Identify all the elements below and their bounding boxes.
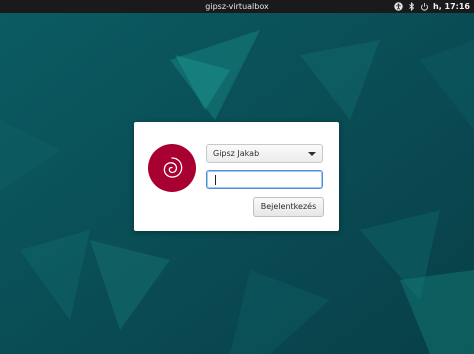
bluetooth-icon[interactable]	[407, 2, 416, 11]
chevron-down-icon	[308, 152, 316, 156]
login-button[interactable]: Bejelentkezés	[253, 197, 324, 217]
power-icon[interactable]	[420, 2, 429, 11]
debian-swirl-icon	[163, 157, 183, 178]
user-avatar	[148, 144, 196, 192]
clock[interactable]: h, 17:16	[433, 0, 470, 13]
accessibility-icon[interactable]	[394, 2, 403, 11]
password-field[interactable]	[206, 170, 323, 189]
system-tray: h, 17:16	[394, 0, 470, 13]
selected-user-label: Gipsz Jakab	[213, 149, 260, 158]
top-bar: gipsz-virtualbox h, 17:16	[0, 0, 474, 13]
login-screen: gipsz-virtualbox h, 17:16 Gipsz Jakab Be…	[0, 0, 474, 354]
user-select[interactable]: Gipsz Jakab	[206, 144, 323, 163]
login-dialog: Gipsz Jakab Bejelentkezés	[134, 122, 339, 231]
text-caret	[215, 175, 216, 185]
